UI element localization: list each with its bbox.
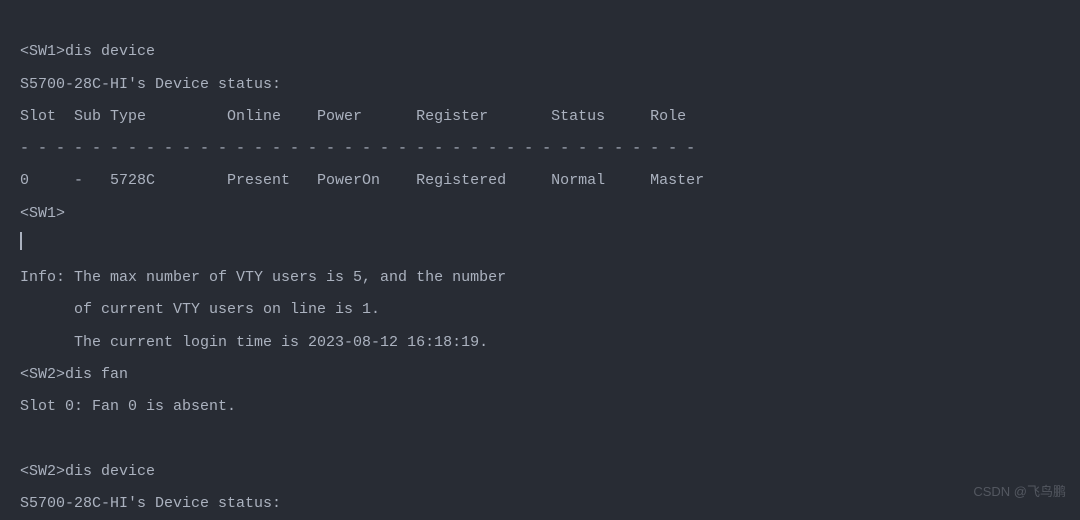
terminal-line: <SW1> bbox=[20, 205, 65, 222]
terminal-line: The current login time is 2023-08-12 16:… bbox=[20, 334, 488, 351]
terminal-line: <SW1>dis device bbox=[20, 43, 155, 60]
terminal-line: <SW2>dis fan bbox=[20, 366, 128, 383]
terminal-line: - - - - - - - - - - - - - - - - - - - - … bbox=[20, 140, 695, 157]
terminal-line: Slot Sub Type Online Power Register Stat… bbox=[20, 108, 686, 125]
watermark-label: CSDN @飞鸟鹏 bbox=[973, 478, 1066, 506]
terminal-line: S5700-28C-HI's Device status: bbox=[20, 76, 281, 93]
terminal-line: 0 - 5728C Present PowerOn Registered Nor… bbox=[20, 172, 704, 189]
terminal-line: Slot 0: Fan 0 is absent. bbox=[20, 398, 236, 415]
terminal-line: of current VTY users on line is 1. bbox=[20, 301, 380, 318]
terminal-line: <SW2>dis device bbox=[20, 463, 155, 480]
terminal-line: S5700-28C-HI's Device status: bbox=[20, 495, 281, 512]
terminal-line: Info: The max number of VTY users is 5, … bbox=[20, 269, 506, 286]
terminal-output[interactable]: <SW1>dis device S5700-28C-HI's Device st… bbox=[0, 4, 1080, 520]
cursor-icon bbox=[20, 232, 22, 250]
